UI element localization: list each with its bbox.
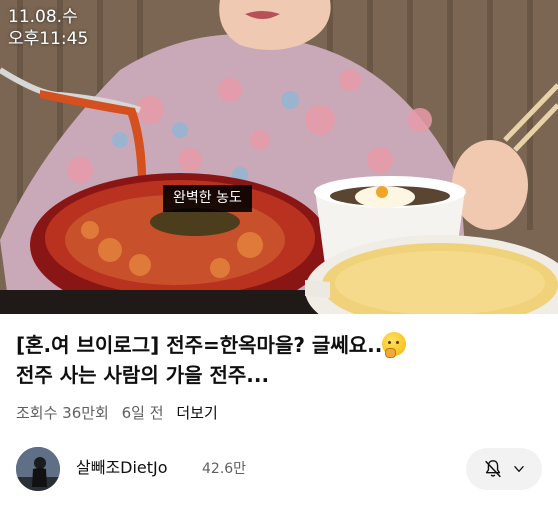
video-player[interactable]: 11.08.수 오후11:45 완벽한 농도: [0, 0, 558, 314]
upload-age: 6일 전: [121, 404, 164, 422]
channel-row[interactable]: 살빼조DietJo 42.6만: [16, 445, 546, 493]
subscription-notification-button[interactable]: [466, 448, 542, 490]
bell-off-icon: [485, 460, 501, 478]
subscriber-count: 42.6만: [202, 461, 247, 477]
overlay-date: 11.08.수: [8, 7, 78, 27]
more-link[interactable]: 더보기: [176, 404, 217, 422]
video-title[interactable]: [혼.여 브이로그] 전주=한옥마을? 글쎄요.. 전주 사는 사람의 가을 전…: [16, 330, 546, 390]
video-meta[interactable]: 조회수 36만회 6일 전 더보기: [16, 402, 226, 424]
overlay-time: 오후11:45: [8, 29, 89, 49]
avatar[interactable]: [16, 447, 60, 491]
video-caption: 완벽한 농도: [163, 185, 252, 212]
view-count: 조회수 36만회: [16, 404, 109, 422]
title-line-1: [혼.여 브이로그] 전주=한옥마을? 글쎄요..: [16, 333, 383, 357]
chevron-down-icon: [514, 466, 524, 472]
video-timestamp-overlay: 11.08.수 오후11:45: [8, 6, 88, 50]
channel-name[interactable]: 살빼조DietJo: [76, 457, 168, 479]
thinking-face-icon: [382, 332, 407, 358]
title-line-2: 전주 사는 사람의 가을 전주...: [16, 363, 270, 387]
avatar-image: [16, 447, 60, 491]
